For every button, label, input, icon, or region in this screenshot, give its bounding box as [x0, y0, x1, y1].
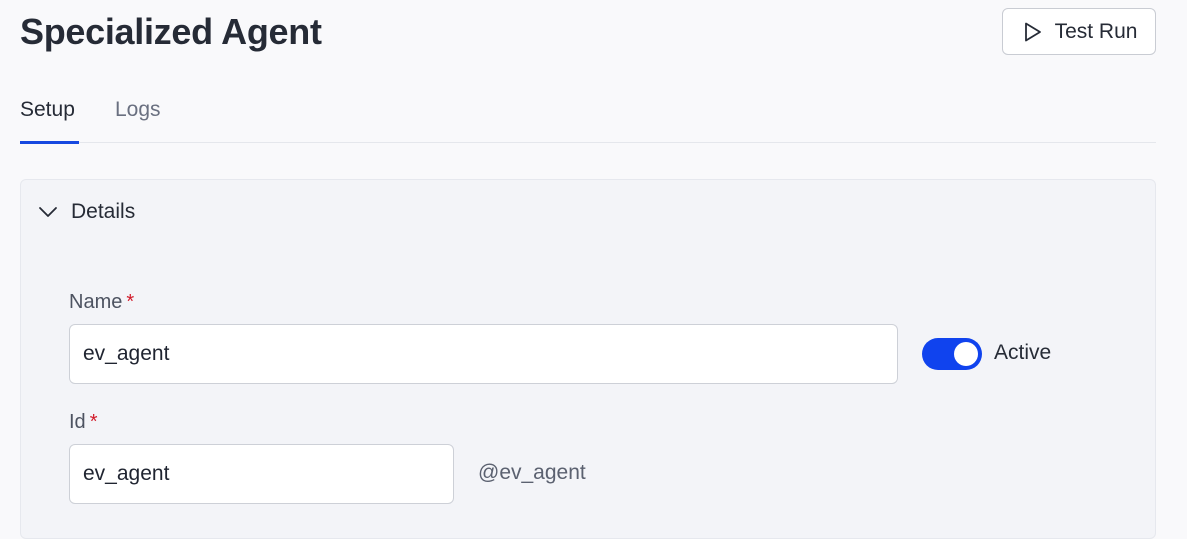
- id-input[interactable]: [69, 444, 454, 504]
- details-section: Details Name* Active Id* @ev_agent: [20, 179, 1156, 539]
- page-title: Specialized Agent: [20, 11, 322, 52]
- required-asterisk: *: [89, 411, 98, 433]
- chevron-down-icon: [37, 201, 59, 223]
- id-label-text: Id: [69, 411, 86, 433]
- id-handle-preview: @ev_agent: [478, 461, 586, 484]
- active-toggle[interactable]: [922, 338, 982, 370]
- test-run-button[interactable]: Test Run: [1002, 8, 1156, 55]
- active-toggle-label: Active: [994, 341, 1052, 364]
- name-label-text: Name: [69, 291, 123, 313]
- name-input[interactable]: [69, 324, 898, 384]
- tab-bar: Setup Logs: [20, 92, 1156, 144]
- toggle-knob: [954, 342, 978, 366]
- details-section-toggle[interactable]: Details: [37, 200, 135, 224]
- name-field-label: Name *: [69, 291, 134, 314]
- test-run-label: Test Run: [1054, 19, 1138, 43]
- tab-logs[interactable]: Logs: [115, 92, 161, 143]
- play-icon: [1021, 21, 1043, 43]
- id-field-label: Id *: [69, 411, 97, 434]
- tab-setup[interactable]: Setup: [20, 92, 79, 144]
- required-asterisk: *: [126, 291, 135, 313]
- details-title: Details: [71, 200, 136, 223]
